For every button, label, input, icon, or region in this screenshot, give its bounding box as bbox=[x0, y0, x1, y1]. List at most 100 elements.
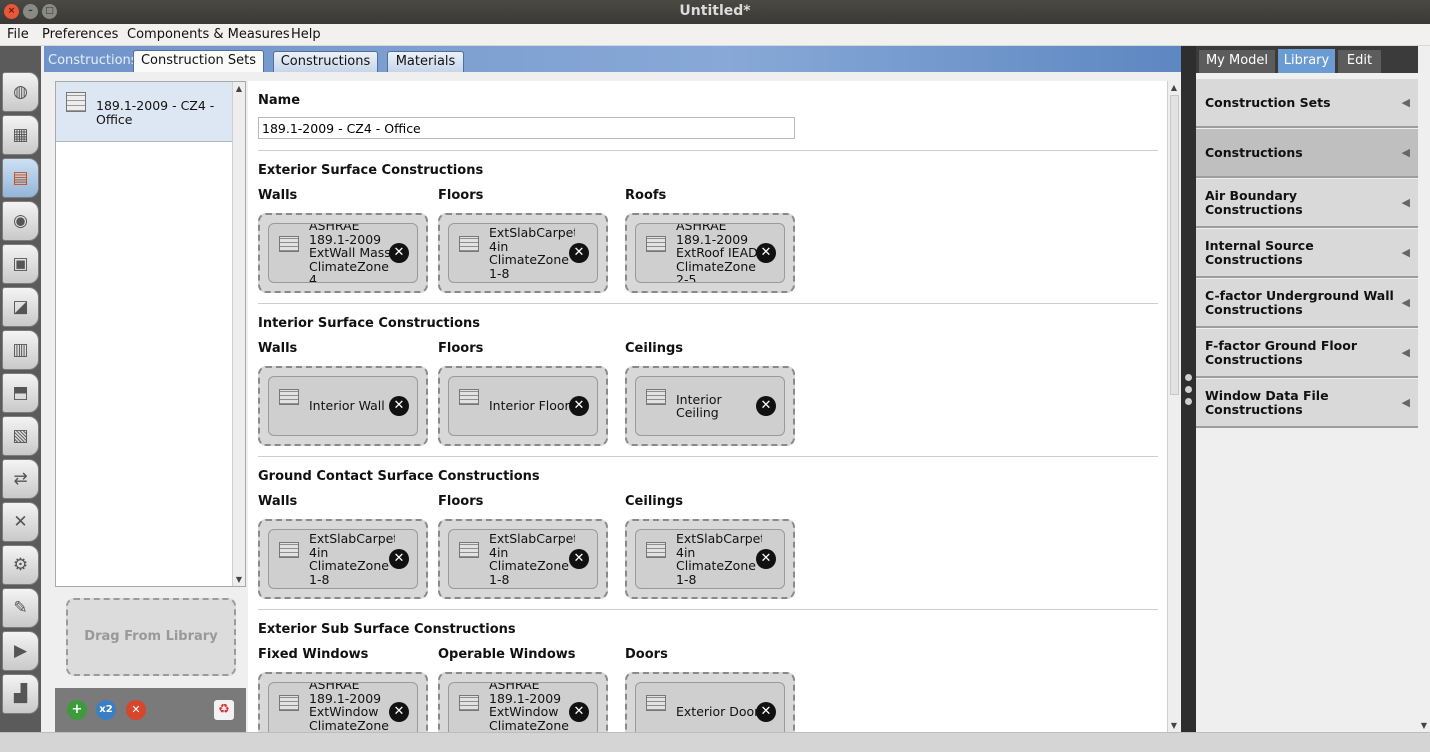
list-item[interactable]: 189.1-2009 - CZ4 - Office bbox=[56, 82, 232, 142]
expand-icon[interactable]: ◀ bbox=[1402, 296, 1410, 310]
construction-card[interactable]: ASHRAE 189.1-2009 ExtWindow ClimateZone … bbox=[448, 682, 598, 732]
remove-construction-icon[interactable]: ✕ bbox=[569, 702, 589, 722]
remove-construction-icon[interactable]: ✕ bbox=[569, 549, 589, 569]
constructions-icon[interactable]: ▤ bbox=[2, 158, 39, 198]
building-summary-icon[interactable]: ✕ bbox=[2, 502, 39, 542]
interior-ceilings-dropzone[interactable]: Interior Ceiling ✕ bbox=[625, 366, 795, 446]
add-button[interactable]: + bbox=[67, 700, 87, 720]
library-item-construction-sets[interactable]: Construction Sets ◀ bbox=[1196, 79, 1418, 128]
exterior-floors-dropzone[interactable]: ExtSlabCarpet 4in ClimateZone 1-8 ✕ bbox=[438, 213, 608, 293]
maximize-window-button[interactable]: □ bbox=[42, 4, 57, 19]
slot-label: Floors bbox=[438, 494, 484, 509]
hvac-systems-icon[interactable]: ⇄ bbox=[2, 459, 39, 499]
menu-components-measures[interactable]: Components & Measures bbox=[127, 27, 290, 42]
results-summary-icon[interactable]: ▟ bbox=[2, 674, 39, 714]
drag-from-library-dropzone[interactable]: Drag From Library bbox=[66, 598, 236, 676]
exterior-walls-dropzone[interactable]: ASHRAE 189.1-2009 ExtWall Mass ClimateZo… bbox=[258, 213, 428, 293]
operable-windows-dropzone[interactable]: ASHRAE 189.1-2009 ExtWindow ClimateZone … bbox=[438, 672, 608, 732]
scroll-up-icon[interactable]: ▲ bbox=[1168, 83, 1180, 92]
construction-card[interactable]: ExtSlabCarpet 4in ClimateZone 1-8 ✕ bbox=[635, 529, 785, 589]
tab-construction-sets[interactable]: Construction Sets bbox=[133, 50, 264, 72]
purge-button[interactable]: ♻ bbox=[214, 700, 234, 720]
construction-card[interactable]: ASHRAE 189.1-2009 ExtWindow ClimateZone … bbox=[268, 682, 418, 732]
list-scrollbar[interactable]: ▲ ▼ bbox=[232, 82, 245, 586]
remove-construction-icon[interactable]: ✕ bbox=[756, 243, 776, 263]
exterior-roofs-dropzone[interactable]: ASHRAE 189.1-2009 ExtRoof IEAD ClimateZo… bbox=[625, 213, 795, 293]
remove-construction-icon[interactable]: ✕ bbox=[756, 702, 776, 722]
thermal-zones-icon[interactable]: ▧ bbox=[2, 416, 39, 456]
remove-construction-icon[interactable]: ✕ bbox=[389, 396, 409, 416]
remove-construction-icon[interactable]: ✕ bbox=[756, 549, 776, 569]
menu-preferences[interactable]: Preferences bbox=[42, 27, 118, 42]
doors-dropzone[interactable]: Exterior Door ✕ bbox=[625, 672, 795, 732]
remove-construction-icon[interactable]: ✕ bbox=[389, 549, 409, 569]
construction-card[interactable]: ASHRAE 189.1-2009 ExtWall Mass ClimateZo… bbox=[268, 223, 418, 283]
remove-construction-icon[interactable]: ✕ bbox=[569, 396, 589, 416]
scroll-down-icon[interactable]: ▼ bbox=[233, 575, 245, 584]
panel-splitter[interactable] bbox=[1181, 46, 1196, 732]
tab-materials[interactable]: Materials bbox=[387, 51, 464, 72]
spaces-icon[interactable]: ⬒ bbox=[2, 373, 39, 413]
splitter-grip-icon bbox=[1185, 374, 1192, 381]
construction-card[interactable]: ASHRAE 189.1-2009 ExtRoof IEAD ClimateZo… bbox=[635, 223, 785, 283]
library-scrollbar[interactable]: ▼ bbox=[1418, 46, 1430, 732]
library-item-constructions[interactable]: Constructions ◀ bbox=[1196, 129, 1418, 178]
name-field[interactable] bbox=[258, 117, 795, 139]
construction-card[interactable]: Exterior Door ✕ bbox=[635, 682, 785, 732]
tab-edit[interactable]: Edit bbox=[1338, 50, 1381, 73]
expand-icon[interactable]: ◀ bbox=[1402, 346, 1410, 360]
minimize-window-button[interactable]: – bbox=[23, 4, 38, 19]
site-icon[interactable]: ◍ bbox=[2, 72, 39, 112]
loads-icon[interactable]: ◉ bbox=[2, 201, 39, 241]
scroll-down-icon[interactable]: ▼ bbox=[1418, 721, 1430, 730]
schedules-icon[interactable]: ▦ bbox=[2, 115, 39, 155]
library-item-c-factor[interactable]: C-factor Underground Wall Constructions ◀ bbox=[1196, 279, 1418, 328]
slot-label: Ceilings bbox=[625, 494, 684, 509]
remove-construction-icon[interactable]: ✕ bbox=[569, 243, 589, 263]
ground-ceilings-dropzone[interactable]: ExtSlabCarpet 4in ClimateZone 1-8 ✕ bbox=[625, 519, 795, 599]
library-item-label: Construction Sets bbox=[1205, 94, 1331, 110]
ground-walls-dropzone[interactable]: ExtSlabCarpet 4in ClimateZone 1-8 ✕ bbox=[258, 519, 428, 599]
construction-card[interactable]: Interior Ceiling ✕ bbox=[635, 376, 785, 436]
scroll-up-icon[interactable]: ▲ bbox=[233, 84, 245, 93]
run-simulation-icon[interactable]: ▶ bbox=[2, 631, 39, 671]
construction-card[interactable]: ExtSlabCarpet 4in ClimateZone 1-8 ✕ bbox=[448, 529, 598, 589]
construction-card[interactable]: ExtSlabCarpet 4in ClimateZone 1-8 ✕ bbox=[448, 223, 598, 283]
interior-floors-dropzone[interactable]: Interior Floor ✕ bbox=[438, 366, 608, 446]
construction-icon bbox=[459, 695, 479, 711]
construction-card[interactable]: ExtSlabCarpet 4in ClimateZone 1-8 ✕ bbox=[268, 529, 418, 589]
remove-construction-icon[interactable]: ✕ bbox=[389, 243, 409, 263]
tab-library[interactable]: Library bbox=[1278, 49, 1335, 73]
ground-floors-dropzone[interactable]: ExtSlabCarpet 4in ClimateZone 1-8 ✕ bbox=[438, 519, 608, 599]
expand-icon[interactable]: ◀ bbox=[1402, 246, 1410, 260]
expand-icon[interactable]: ◀ bbox=[1402, 96, 1410, 110]
library-item-window-data-file[interactable]: Window Data File Constructions ◀ bbox=[1196, 379, 1418, 428]
remove-construction-icon[interactable]: ✕ bbox=[756, 396, 776, 416]
space-types-icon[interactable]: ▣ bbox=[2, 244, 39, 284]
scroll-thumb[interactable] bbox=[1170, 95, 1179, 395]
menu-file[interactable]: File bbox=[7, 27, 29, 42]
copy-button[interactable]: x2 bbox=[96, 700, 116, 720]
fixed-windows-dropzone[interactable]: ASHRAE 189.1-2009 ExtWindow ClimateZone … bbox=[258, 672, 428, 732]
menu-help[interactable]: Help bbox=[291, 27, 321, 42]
tab-my-model[interactable]: My Model bbox=[1199, 50, 1275, 73]
measures-icon[interactable]: ⚙ bbox=[2, 545, 39, 585]
interior-walls-dropzone[interactable]: Interior Wall ✕ bbox=[258, 366, 428, 446]
inspector-scrollbar[interactable]: ▲ ▼ bbox=[1167, 81, 1180, 732]
construction-card[interactable]: Interior Wall ✕ bbox=[268, 376, 418, 436]
simulation-settings-icon[interactable]: ✎ bbox=[2, 588, 39, 628]
scroll-down-icon[interactable]: ▼ bbox=[1168, 721, 1180, 730]
library-item-f-factor[interactable]: F-factor Ground Floor Constructions ◀ bbox=[1196, 329, 1418, 378]
remove-construction-icon[interactable]: ✕ bbox=[389, 702, 409, 722]
construction-card[interactable]: Interior Floor ✕ bbox=[448, 376, 598, 436]
geometry-icon[interactable]: ◪ bbox=[2, 287, 39, 327]
facility-icon[interactable]: ▥ bbox=[2, 330, 39, 370]
remove-button[interactable]: ✕ bbox=[126, 700, 146, 720]
library-item-air-boundary[interactable]: Air Boundary Constructions ◀ bbox=[1196, 179, 1418, 228]
expand-icon[interactable]: ◀ bbox=[1402, 196, 1410, 210]
expand-icon[interactable]: ◀ bbox=[1402, 396, 1410, 410]
tab-constructions[interactable]: Constructions bbox=[273, 51, 378, 72]
library-item-internal-source[interactable]: Internal Source Constructions ◀ bbox=[1196, 229, 1418, 278]
expand-icon[interactable]: ◀ bbox=[1402, 146, 1410, 160]
close-window-button[interactable]: × bbox=[4, 4, 19, 19]
